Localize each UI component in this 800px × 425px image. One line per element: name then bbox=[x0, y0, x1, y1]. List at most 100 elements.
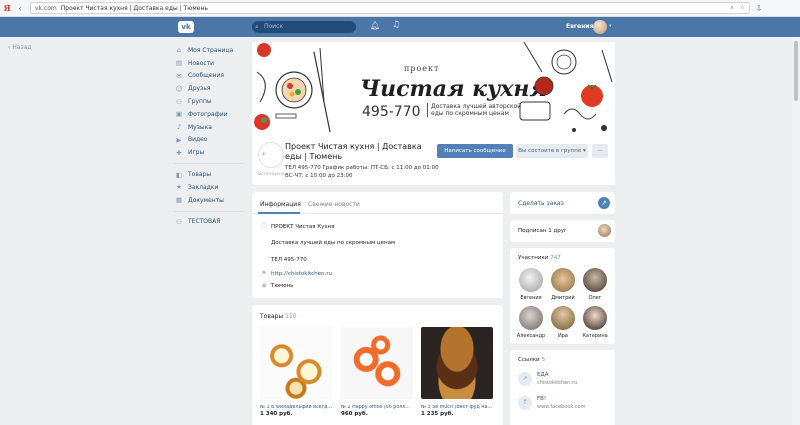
member-avatar[interactable] bbox=[583, 268, 607, 292]
info-site-link[interactable]: http://chistokitchen.ru bbox=[271, 271, 332, 277]
link-title[interactable]: ЕДА bbox=[537, 372, 577, 378]
menu-item-video[interactable]: ▶ Видео bbox=[174, 134, 248, 147]
member-avatar[interactable] bbox=[583, 306, 607, 330]
back-link[interactable]: ‹ Назад bbox=[8, 44, 32, 51]
menu-item-label: Фотографии bbox=[188, 110, 228, 118]
info-icon: ⓘ bbox=[260, 224, 267, 231]
menu-item-label: Моя Страница bbox=[188, 46, 234, 54]
menu-item-music[interactable]: ♪ Музыка bbox=[174, 121, 248, 134]
member-avatar[interactable] bbox=[519, 268, 543, 292]
menu-item-news[interactable]: ▤ Новости bbox=[174, 57, 248, 70]
bookmark-icon: ★ bbox=[176, 183, 182, 192]
member[interactable]: Олег bbox=[580, 268, 610, 301]
cover-phone: 495-770 bbox=[362, 104, 421, 120]
links-header[interactable]: Ссылки 5 bbox=[518, 357, 545, 363]
back-arrow-icon[interactable]: ‹ bbox=[14, 4, 26, 13]
member-name[interactable]: Евгения bbox=[516, 295, 546, 301]
goods-item-name[interactable]: № 1 В Филадельфии всегд... bbox=[260, 405, 332, 410]
member-name[interactable]: Ира bbox=[548, 333, 578, 339]
menu-item-messages[interactable]: ✉ Сообщения bbox=[174, 70, 248, 83]
group-avatar[interactable]: ⲫ bbox=[258, 142, 284, 168]
goods-item-price: 1 340 руб. bbox=[260, 411, 293, 417]
download-icon[interactable]: ⇩ bbox=[750, 4, 768, 13]
make-order-card[interactable]: Сделать заказ ↗ bbox=[510, 192, 615, 214]
address-title: Проект Чистая кухня | Доставка еды | Тюм… bbox=[60, 4, 208, 12]
member-name[interactable]: Катерина bbox=[580, 333, 610, 339]
goods-header[interactable]: Товары 110 bbox=[260, 313, 297, 320]
vk-header: vk ⌕ Поиск 🔔︎ ♫ Евгения ▾ bbox=[0, 17, 800, 37]
user-avatar[interactable] bbox=[593, 20, 607, 34]
goods-item[interactable]: № 1 В Филадельфии всегд... 1 340 руб. bbox=[260, 327, 332, 417]
menu-divider bbox=[174, 163, 244, 165]
link-item[interactable]: f FB! www.facebook.com bbox=[518, 396, 586, 410]
group-cover: проект Чистая кухня 495-770 Доставка луч… bbox=[252, 42, 615, 138]
tab-latest-news[interactable]: Свежие новости bbox=[308, 201, 360, 208]
member[interactable]: Евгения bbox=[516, 268, 546, 301]
group-status-line: ВС-ЧТ: с 10:00 до 23:00 bbox=[285, 173, 353, 179]
search-input[interactable]: ⌕ Поиск bbox=[252, 21, 356, 33]
scrollbar-thumb[interactable] bbox=[794, 41, 798, 101]
goods-item-name[interactable]: № 3 So much (Вест фуд на... bbox=[421, 405, 493, 410]
scrollbar[interactable] bbox=[792, 37, 800, 425]
write-message-button[interactable]: Написать сообщение bbox=[437, 144, 513, 158]
facebook-icon: f bbox=[518, 396, 532, 410]
reader-icon[interactable]: ⌕ bbox=[730, 4, 733, 12]
group-avatar-subtitle: Чистая кухня bbox=[256, 171, 285, 176]
music-icon[interactable]: ♫ bbox=[392, 20, 400, 30]
menu-item-friends[interactable]: ☺ Друзья bbox=[174, 82, 248, 95]
tab-information[interactable]: Информация bbox=[260, 201, 301, 208]
menu-item-photos[interactable]: ▣ Фотографии bbox=[174, 108, 248, 121]
goods-item[interactable]: № 2 Happy office (56 ролл... 960 руб. bbox=[341, 327, 413, 417]
goods-item[interactable]: № 3 So much (Вест фуд на... 1 235 руб. bbox=[421, 327, 493, 417]
members-header[interactable]: Участники 747 bbox=[518, 255, 561, 261]
member[interactable]: Дмитрий bbox=[548, 268, 578, 301]
goods-item-image[interactable] bbox=[341, 327, 413, 399]
link-title[interactable]: FB! bbox=[537, 396, 586, 402]
info-title: ПРОЕКТ Чистая Кухня bbox=[271, 223, 335, 230]
goods-card: Товары 110 № 1 В Филадельфии всегд... 1 3… bbox=[252, 305, 503, 425]
more-button[interactable]: ··· bbox=[592, 144, 608, 158]
bell-icon[interactable]: 🔔︎ bbox=[370, 21, 380, 30]
menu-item-label: ТЕСТОВАЯ bbox=[188, 218, 221, 226]
membership-button[interactable]: Вы состоите в группе ▾ bbox=[516, 144, 588, 158]
user-name[interactable]: Евгения bbox=[566, 23, 593, 30]
goods-item-image[interactable] bbox=[421, 327, 493, 399]
member[interactable]: Катерина bbox=[580, 306, 610, 339]
group-info-card: Информация Свежие новости ⓘ ПРОЕКТ Чистая… bbox=[252, 192, 503, 298]
member-avatar[interactable] bbox=[551, 306, 575, 330]
member-name[interactable]: Александр bbox=[516, 333, 546, 339]
link-url: chistokitchen.ru bbox=[537, 380, 578, 386]
member-name[interactable]: Олег bbox=[580, 295, 610, 301]
yandex-logo[interactable]: Я bbox=[0, 3, 14, 13]
member-avatar[interactable] bbox=[519, 306, 543, 330]
friend-avatar[interactable] bbox=[598, 224, 611, 237]
groups-icon: ⚇ bbox=[176, 97, 182, 106]
info-city-row: ◉ Тюмень bbox=[260, 282, 293, 289]
menu-item-games[interactable]: ✚ Игры bbox=[174, 146, 248, 159]
menu-item-my-page[interactable]: ⌂ Моя Страница bbox=[174, 44, 248, 57]
menu-item-bookmarks[interactable]: ★ Закладки bbox=[174, 181, 248, 194]
member[interactable]: Ира bbox=[548, 306, 578, 339]
address-bar[interactable]: vk.com Проект Чистая кухня | Доставка ед… bbox=[30, 2, 750, 14]
member[interactable]: Александр bbox=[516, 306, 546, 339]
menu-item-label: Товары bbox=[188, 171, 212, 179]
music-icon: ♪ bbox=[176, 123, 182, 132]
menu-item-groups[interactable]: ⚇ Группы bbox=[174, 95, 248, 108]
menu-item-label: Документы bbox=[188, 196, 224, 204]
goods-count: 110 bbox=[285, 313, 297, 320]
menu-item-goods[interactable]: ◧ Товары bbox=[174, 168, 248, 181]
menu-item-label: Друзья bbox=[188, 85, 211, 93]
member-avatar[interactable] bbox=[551, 268, 575, 292]
menu-item-app[interactable]: ⚇ ТЕСТОВАЯ bbox=[174, 216, 248, 229]
group-avatar-logo: ⲫ bbox=[262, 151, 265, 157]
goods-item-image[interactable] bbox=[260, 327, 332, 399]
group-header: ⲫ Чистая кухня Проект Чистая кухня | Дос… bbox=[252, 138, 615, 185]
friends-subscribed-card[interactable]: Подписан 1 друг bbox=[510, 220, 615, 242]
member-name[interactable]: Дмитрий bbox=[548, 295, 578, 301]
vk-logo[interactable]: vk bbox=[178, 21, 194, 33]
star-icon[interactable]: ☆ bbox=[740, 4, 745, 12]
menu-item-documents[interactable]: ▦ Документы bbox=[174, 194, 248, 207]
goods-item-name[interactable]: № 2 Happy office (56 ролл... bbox=[341, 405, 413, 410]
link-item[interactable]: ↗ ЕДА chistokitchen.ru bbox=[518, 372, 577, 386]
chevron-down-icon[interactable]: ▾ bbox=[609, 23, 612, 29]
